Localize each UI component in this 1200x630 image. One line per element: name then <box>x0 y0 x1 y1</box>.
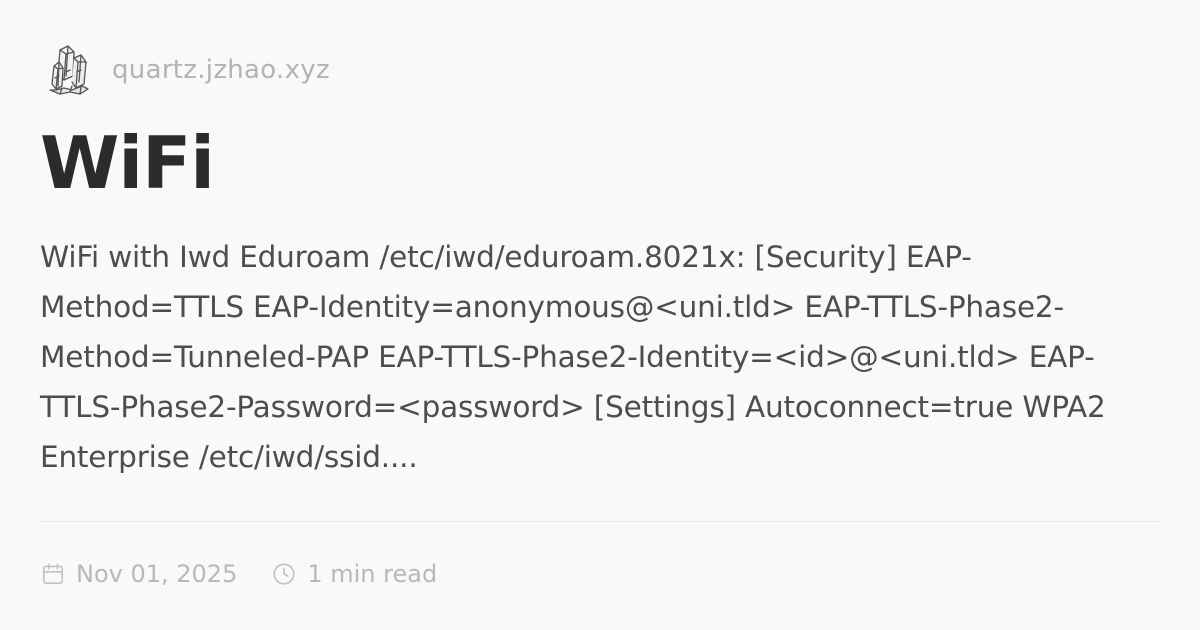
clock-icon <box>273 563 295 585</box>
publish-date-text: Nov 01, 2025 <box>76 560 238 588</box>
reading-time: 1 min read <box>271 560 437 588</box>
crystal-logo-icon <box>49 45 89 95</box>
page-meta: Nov 01, 2025 1 min read <box>40 556 437 592</box>
site-name[interactable]: quartz.jzhao.xyz <box>112 57 330 83</box>
divider <box>40 521 1160 522</box>
og-card: quartz.jzhao.xyz WiFi WiFi with Iwd Edur… <box>0 0 1200 630</box>
page-title: WiFi <box>40 121 215 205</box>
calendar-icon <box>42 563 64 585</box>
publish-date: Nov 01, 2025 <box>40 560 237 588</box>
site-header: quartz.jzhao.xyz <box>46 40 330 100</box>
page-description: WiFi with Iwd Eduroam /etc/iwd/eduroam.8… <box>40 240 1106 474</box>
reading-time-text: 1 min read <box>307 560 438 588</box>
